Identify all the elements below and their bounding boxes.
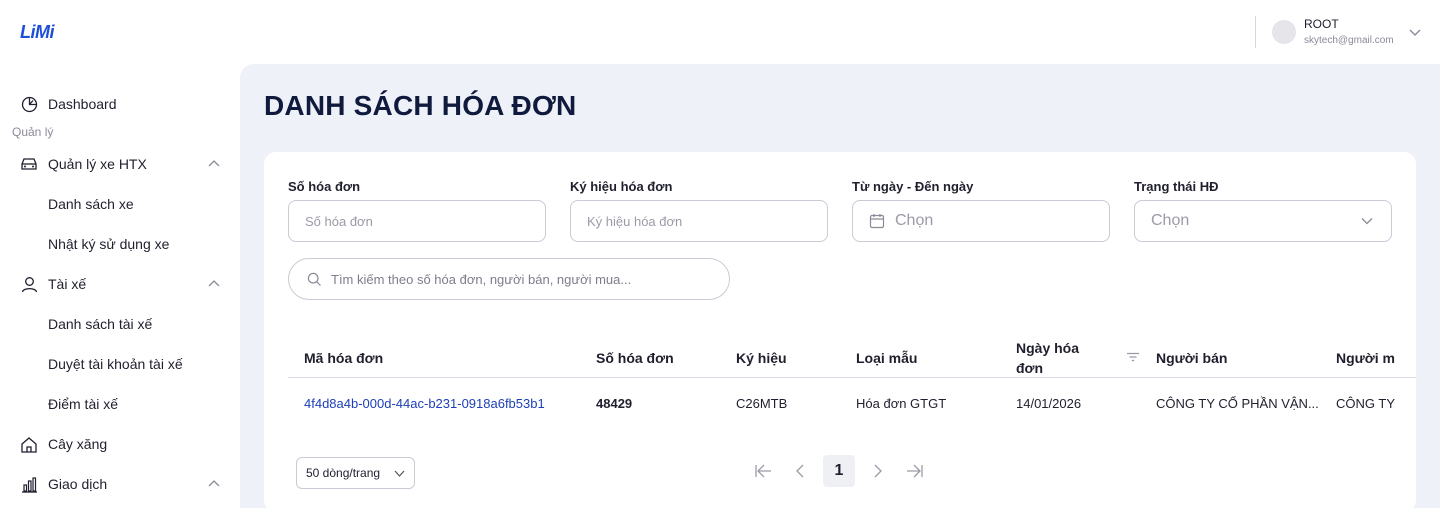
search-input[interactable] xyxy=(331,259,721,299)
last-page-icon xyxy=(907,464,923,478)
page-size-value: 50 dòng/trang xyxy=(306,466,381,480)
column-header-seller[interactable]: Người bán xyxy=(1156,348,1227,368)
column-header-invoice-id[interactable]: Mã hóa đơn xyxy=(304,348,383,368)
column-header-template-type[interactable]: Loại mẫu xyxy=(856,348,917,368)
calendar-icon xyxy=(869,214,885,229)
user-name[interactable]: ROOT xyxy=(1304,17,1339,31)
page-title: DANH SÁCH HÓA ĐƠN xyxy=(264,90,577,121)
chevron-left-icon xyxy=(796,464,804,478)
date-range-label: Từ ngày - Đến ngày xyxy=(852,179,974,194)
sidebar-group-label: Quản lý xyxy=(12,125,54,139)
status-placeholder: Chọn xyxy=(1151,212,1190,229)
next-page-button[interactable] xyxy=(862,455,894,487)
sidebar-item-gas-stations[interactable]: Cây xăng xyxy=(20,430,220,458)
chevron-up-icon[interactable] xyxy=(208,159,220,167)
invoice-card: Số hóa đơn Ký hiệu hóa đơn Từ ngày - Đến… xyxy=(264,152,1416,512)
main-content: DANH SÁCH HÓA ĐƠN Số hóa đơn Ký hiệu hóa… xyxy=(240,64,1440,512)
seller-cell: CÔNG TY CỔ PHẦN VẬN... xyxy=(1156,396,1319,411)
sidebar: Dashboard Quản lý Quản lý xe HTX Danh sá… xyxy=(0,64,240,508)
column-header-buyer[interactable]: Người m xyxy=(1336,348,1395,368)
column-header-invoice-date[interactable]: Ngày hóa đơn xyxy=(1016,338,1079,378)
sidebar-item-vehicle-log[interactable]: Nhật ký sử dụng xe xyxy=(48,232,169,256)
invoice-number-input[interactable] xyxy=(288,200,546,242)
status-select[interactable]: Chọn xyxy=(1134,200,1392,242)
invoice-date-cell: 14/01/2026 xyxy=(1016,396,1082,411)
first-page-button[interactable] xyxy=(747,455,779,487)
status-label: Trạng thái HĐ xyxy=(1134,179,1219,194)
date-range-placeholder: Chọn xyxy=(895,212,934,229)
column-header-line: Ngày hóa xyxy=(1016,340,1080,356)
sidebar-item-transactions[interactable]: Giao dịch xyxy=(20,470,220,498)
avatar[interactable] xyxy=(1272,20,1296,44)
user-icon xyxy=(20,275,38,293)
column-header-symbol[interactable]: Ký hiệu xyxy=(736,348,787,368)
column-header-line: đơn xyxy=(1016,360,1044,376)
table-header-divider xyxy=(288,377,1416,378)
sidebar-item-vehicle-list[interactable]: Danh sách xe xyxy=(48,192,134,216)
invoice-symbol-input[interactable] xyxy=(570,200,828,242)
prev-page-button[interactable] xyxy=(784,455,816,487)
last-page-button[interactable] xyxy=(899,455,931,487)
car-icon xyxy=(20,155,38,173)
user-divider xyxy=(1255,16,1256,48)
user-email: skytech@gmail.com xyxy=(1304,35,1394,46)
chevron-up-icon[interactable] xyxy=(208,279,220,287)
buyer-cell: CÔNG TY xyxy=(1336,396,1395,411)
home-icon xyxy=(20,435,38,453)
page-size-select[interactable]: 50 dòng/trang xyxy=(296,457,415,489)
dashboard-icon xyxy=(20,95,38,113)
search-icon xyxy=(307,272,321,286)
app-logo[interactable]: LiMi xyxy=(20,22,55,43)
sidebar-item-label: Dashboard xyxy=(48,96,117,112)
sidebar-item-label: Tài xế xyxy=(48,276,87,292)
template-type-cell: Hóa đơn GTGT xyxy=(856,396,947,411)
sidebar-item-htx-vehicles[interactable]: Quản lý xe HTX xyxy=(20,150,220,178)
invoice-id-link[interactable]: 4f4d8a4b-000d-44ac-b231-0918a6fb53b1 xyxy=(304,396,545,411)
sidebar-item-driver-list[interactable]: Danh sách tài xế xyxy=(48,312,152,336)
first-page-icon xyxy=(755,464,771,478)
sidebar-item-drivers[interactable]: Tài xế xyxy=(20,270,220,298)
chevron-right-icon xyxy=(874,464,882,478)
chevron-down-icon xyxy=(394,470,405,477)
invoice-number-cell: 48429 xyxy=(596,396,633,411)
sidebar-item-dashboard[interactable]: Dashboard xyxy=(20,90,220,118)
sidebar-item-label: Giao dịch xyxy=(48,476,108,492)
date-range-picker[interactable]: Chọn xyxy=(852,200,1110,242)
top-bar: LiMi ROOT skytech@gmail.com xyxy=(0,0,1440,64)
invoice-number-label: Số hóa đơn xyxy=(288,179,361,194)
sidebar-item-driver-points[interactable]: Điểm tài xế xyxy=(48,392,118,416)
sidebar-item-label: Cây xăng xyxy=(48,436,108,452)
page-number-button[interactable]: 1 xyxy=(823,455,855,487)
chevron-down-icon xyxy=(1361,218,1373,225)
chevron-down-icon[interactable] xyxy=(1408,27,1422,37)
filter-icon[interactable] xyxy=(1126,352,1140,362)
search-box[interactable] xyxy=(288,258,730,300)
chevron-up-icon[interactable] xyxy=(208,479,220,487)
column-header-invoice-number[interactable]: Số hóa đơn xyxy=(596,348,674,368)
symbol-cell: C26MTB xyxy=(736,396,788,411)
sidebar-item-driver-approval[interactable]: Duyệt tài khoản tài xế xyxy=(48,352,183,376)
invoice-symbol-label: Ký hiệu hóa đơn xyxy=(570,179,673,194)
sidebar-item-label: Quản lý xe HTX xyxy=(48,156,147,172)
bar-chart-icon xyxy=(20,475,38,493)
